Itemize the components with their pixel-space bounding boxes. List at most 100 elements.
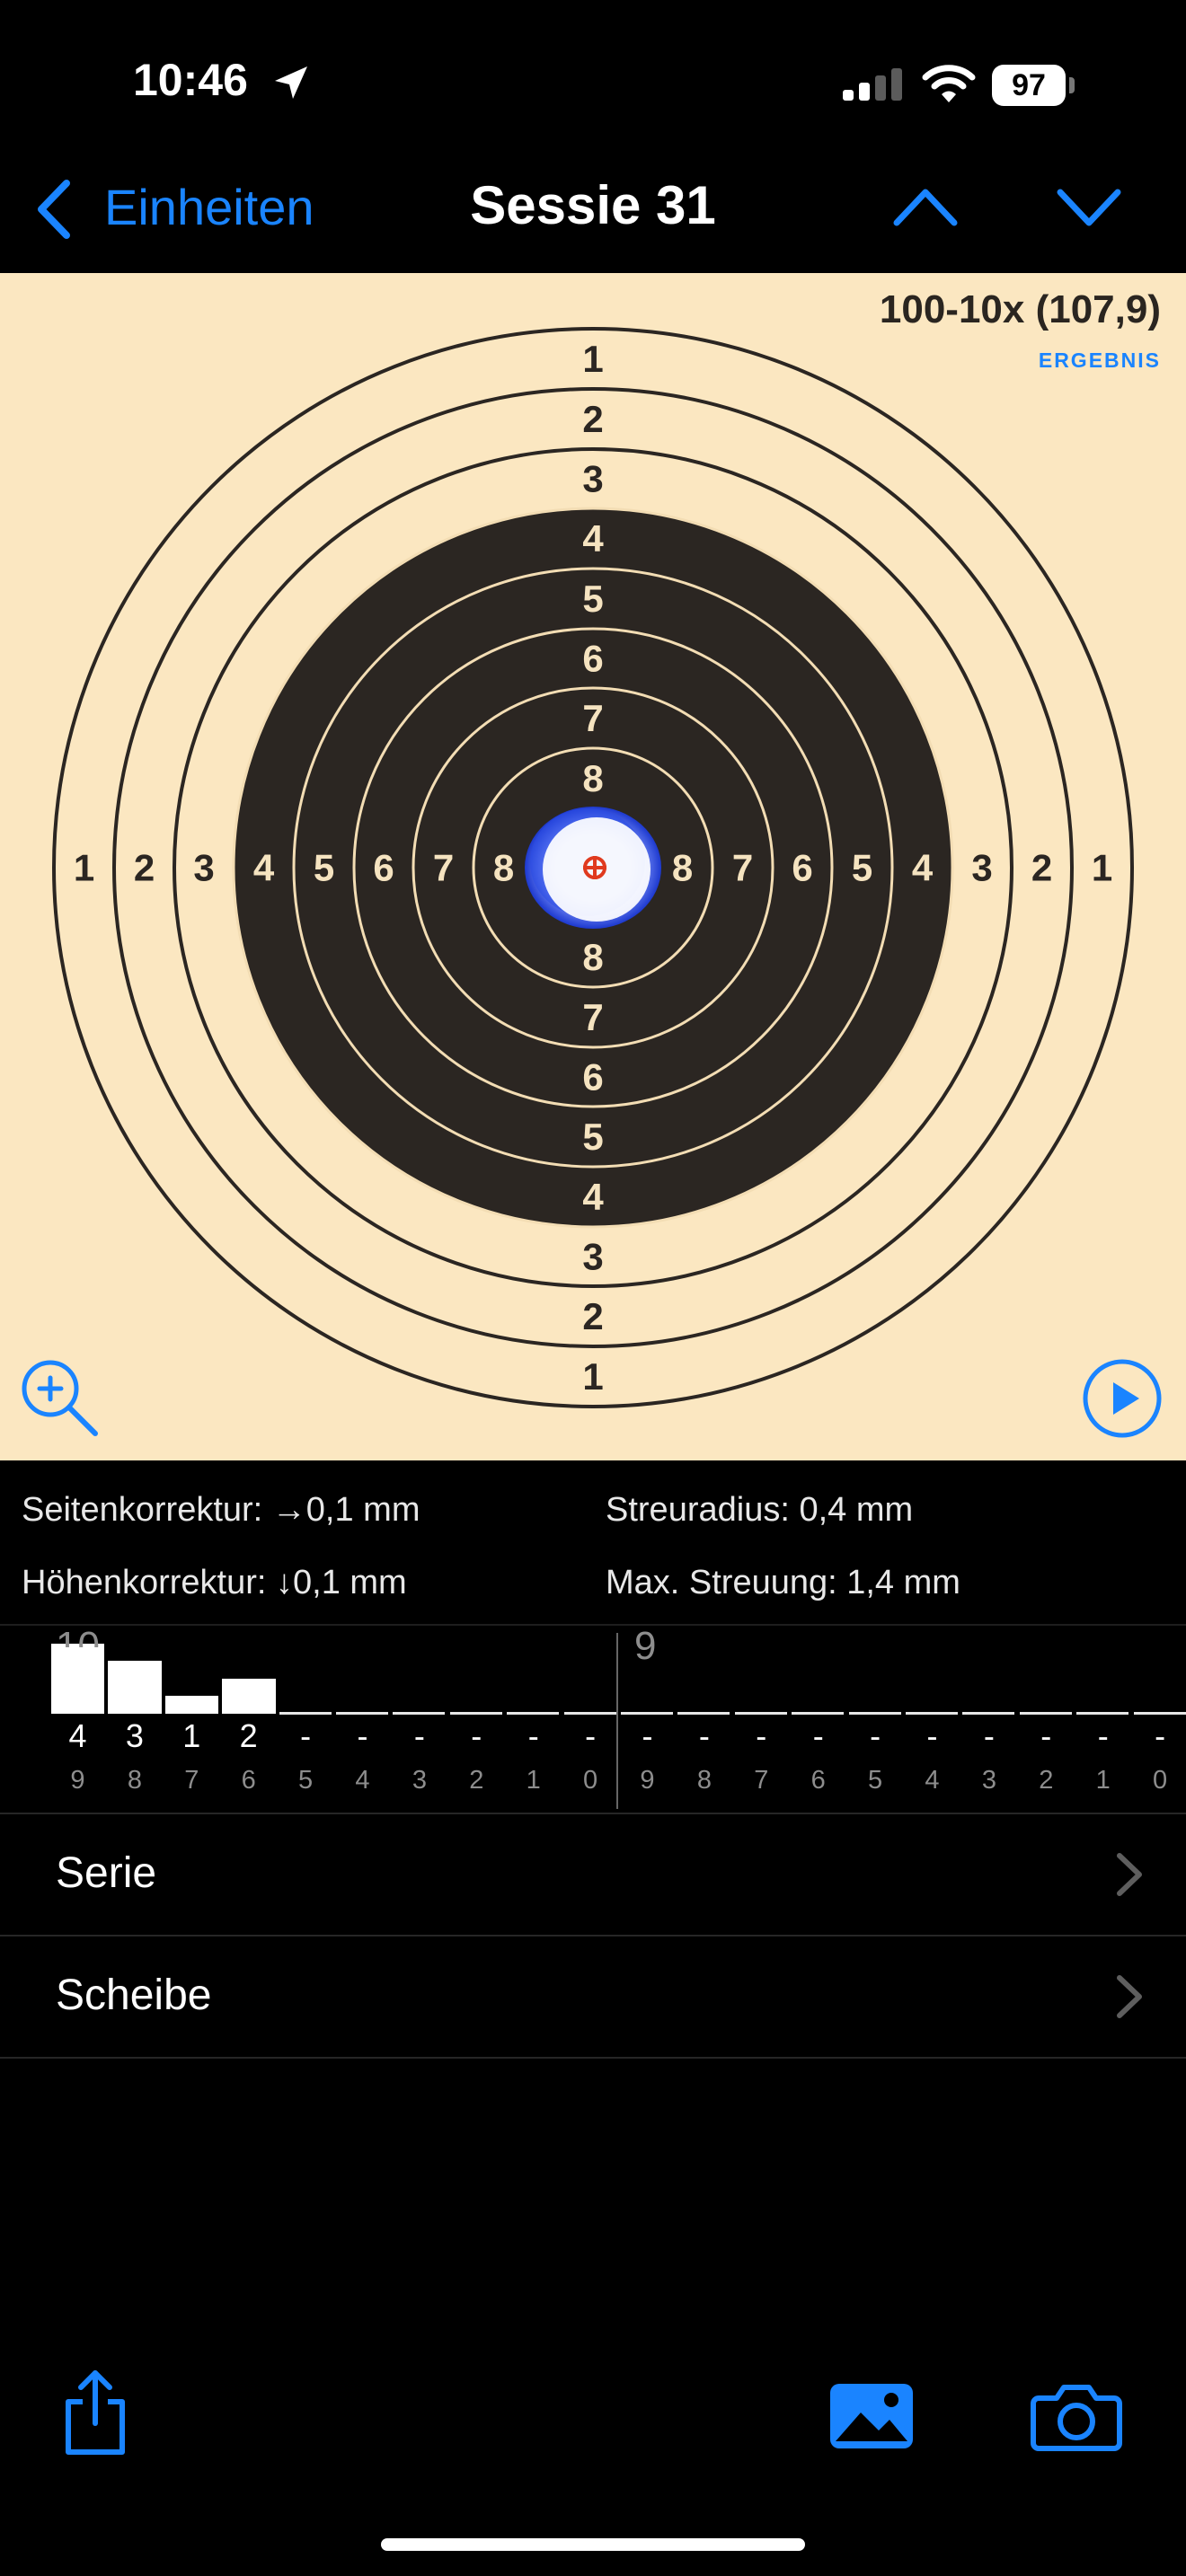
histogram-ring-label: 1 bbox=[526, 1766, 541, 1795]
histogram-ring-label: 2 bbox=[1039, 1766, 1054, 1795]
histogram-bar-empty bbox=[906, 1712, 958, 1715]
chevron-left-icon[interactable] bbox=[32, 176, 77, 243]
histogram-bar-empty bbox=[848, 1712, 901, 1715]
side-correction: Seitenkorrektur: →0,1 mm bbox=[22, 1491, 420, 1529]
ring-number: 4 bbox=[912, 847, 934, 889]
ring-number: 4 bbox=[582, 1176, 604, 1218]
chevron-up-icon[interactable] bbox=[890, 180, 961, 234]
series-label: 10 bbox=[56, 1624, 100, 1647]
ring-number: 5 bbox=[314, 847, 334, 889]
list-item-label: Serie bbox=[56, 1849, 157, 1897]
ring-number: 7 bbox=[582, 996, 603, 1038]
histogram-bar-empty bbox=[507, 1712, 560, 1715]
histogram-bar-empty bbox=[449, 1712, 502, 1715]
histogram-count: - bbox=[1155, 1717, 1166, 1754]
histogram-count: - bbox=[1097, 1717, 1109, 1754]
ring-number: 6 bbox=[582, 638, 603, 680]
ring-number: 3 bbox=[193, 847, 214, 889]
ring-number: 3 bbox=[582, 1236, 603, 1278]
histogram-count: - bbox=[926, 1717, 938, 1754]
histogram-ring-label: 0 bbox=[1153, 1766, 1168, 1795]
histogram-ring-label: 8 bbox=[696, 1766, 712, 1795]
histogram-bar-empty bbox=[1133, 1712, 1186, 1715]
histogram-count: - bbox=[812, 1717, 824, 1754]
histogram-ring-label: 7 bbox=[754, 1766, 769, 1795]
ring-number: 5 bbox=[852, 847, 872, 889]
histogram-ring-label: 1 bbox=[1095, 1766, 1111, 1795]
histogram-bar-empty bbox=[734, 1712, 787, 1715]
series-divider bbox=[616, 1633, 618, 1809]
histogram-bar-empty bbox=[336, 1712, 388, 1715]
ring-number: 8 bbox=[493, 847, 514, 889]
histogram-count: - bbox=[357, 1717, 368, 1754]
histogram-count: - bbox=[585, 1717, 597, 1754]
ring-number: 8 bbox=[582, 936, 603, 978]
histogram-ring-label: 4 bbox=[925, 1766, 940, 1795]
play-icon[interactable] bbox=[1082, 1358, 1163, 1439]
histogram-ring-label: 8 bbox=[127, 1766, 142, 1795]
ring-number: 4 bbox=[253, 847, 275, 889]
score-value: 100-10x (107,9) bbox=[879, 287, 1161, 331]
score-histogram[interactable]: 4 9 3 8 1 7 2 6 - 5 - 4 - 3 - 2 - 1 - 0 - 9 - 8 - 7 - 6 - 5 - 4 - 3 - 2 - 1 - 0 bbox=[0, 1626, 1186, 1814]
histogram-bar-empty bbox=[279, 1712, 332, 1715]
photo-icon[interactable] bbox=[827, 2380, 916, 2452]
list-item-serie[interactable]: Serie bbox=[0, 1813, 1186, 1935]
histogram-ring-label: 7 bbox=[184, 1766, 199, 1795]
histogram-ring-label: 5 bbox=[298, 1766, 314, 1795]
battery-indicator: 97 bbox=[992, 65, 1066, 106]
histogram-count: - bbox=[642, 1717, 653, 1754]
ring-number: 1 bbox=[582, 338, 603, 380]
histogram-ring-label: 9 bbox=[640, 1766, 655, 1795]
share-icon[interactable] bbox=[59, 2368, 131, 2457]
histogram-bar-empty bbox=[1019, 1712, 1072, 1715]
histogram-count: - bbox=[413, 1717, 425, 1754]
histogram-count: - bbox=[471, 1717, 482, 1754]
ring-number: 4 bbox=[582, 517, 604, 560]
histogram-count: 4 bbox=[68, 1717, 87, 1754]
histogram-ring-label: 2 bbox=[469, 1766, 484, 1795]
histogram-bar bbox=[51, 1644, 105, 1714]
histogram-bar-empty bbox=[962, 1712, 1015, 1715]
ring-number: 2 bbox=[1031, 847, 1052, 889]
histogram-bar bbox=[108, 1661, 162, 1714]
max-spread: Max. Streuung: 1,4 mm bbox=[606, 1564, 960, 1601]
ring-number: 6 bbox=[582, 1056, 603, 1098]
histogram-ring-label: 3 bbox=[412, 1766, 427, 1795]
battery-tip bbox=[1069, 77, 1075, 93]
ring-number: 3 bbox=[971, 847, 992, 889]
histogram-ring-label: 0 bbox=[583, 1766, 598, 1795]
chevron-down-icon[interactable] bbox=[1053, 180, 1125, 234]
zoom-in-icon[interactable] bbox=[18, 1356, 102, 1441]
back-button[interactable]: Einheiten bbox=[104, 178, 314, 236]
histogram-bar-empty bbox=[393, 1712, 446, 1715]
histogram-count: - bbox=[1040, 1717, 1052, 1754]
histogram-count: 3 bbox=[125, 1717, 144, 1754]
height-correction: Höhenkorrektur: ↓0,1 mm bbox=[22, 1564, 407, 1601]
spread-radius: Streuradius: 0,4 mm bbox=[606, 1491, 914, 1529]
ring-number: 6 bbox=[792, 847, 812, 889]
histogram-bar-empty bbox=[677, 1712, 730, 1715]
home-indicator bbox=[381, 2538, 805, 2551]
list-item-label: Scheibe bbox=[56, 1972, 212, 2019]
ring-number: 8 bbox=[672, 847, 693, 889]
ring-number: 3 bbox=[582, 458, 603, 500]
score-label: ERGEBNIS bbox=[1038, 348, 1161, 372]
ring-number: 1 bbox=[74, 847, 94, 889]
camera-icon[interactable] bbox=[1030, 2380, 1123, 2452]
cellular-signal-icon bbox=[843, 68, 902, 101]
ring-number: 5 bbox=[582, 1116, 603, 1158]
shooting-target[interactable]: 111 1222 2333 3444 4555 5666 6777 7888 8 bbox=[0, 273, 1186, 1460]
ring-number: 8 bbox=[582, 757, 603, 799]
ring-number: 1 bbox=[1092, 847, 1112, 889]
histogram-bar-empty bbox=[563, 1712, 616, 1715]
ring-number: 5 bbox=[582, 578, 603, 620]
ring-number: 2 bbox=[582, 1295, 603, 1337]
ring-number: 7 bbox=[433, 847, 454, 889]
histogram-bar-empty bbox=[1076, 1712, 1129, 1715]
list-item-scheibe[interactable]: Scheibe bbox=[0, 1935, 1186, 2059]
histogram-count: - bbox=[527, 1717, 539, 1754]
chevron-right-icon bbox=[1117, 1853, 1142, 1896]
location-arrow-icon bbox=[275, 66, 307, 99]
ring-number: 1 bbox=[582, 1355, 603, 1398]
histogram-count: - bbox=[756, 1717, 767, 1754]
